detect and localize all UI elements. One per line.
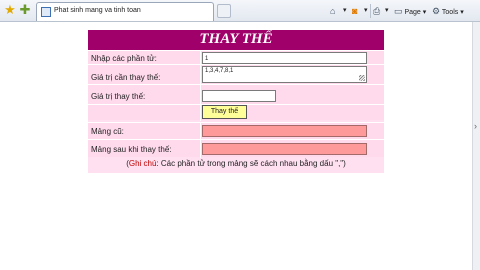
- replace-button[interactable]: Thay thế: [202, 105, 247, 119]
- label-result-array: Mảng sau khi thay thế:: [91, 145, 172, 154]
- input-elements-field[interactable]: 1: [202, 52, 367, 64]
- label-old-array: Mảng cũ:: [91, 127, 124, 136]
- label-input-elements: Nhập các phần tử:: [91, 54, 157, 63]
- form-title: THAY THẾ: [199, 31, 273, 47]
- replacement-value-field[interactable]: [202, 90, 276, 102]
- old-array-field[interactable]: [202, 125, 367, 137]
- form-header: THAY THẾ: [88, 30, 384, 50]
- page-menu-button[interactable]: ▭ Page ▾: [394, 4, 426, 18]
- row-old-array: Mảng cũ:: [88, 122, 384, 140]
- print-icon: ⎙: [373, 6, 381, 16]
- note-key: Ghi chú: [128, 159, 157, 168]
- vertical-scrollbar[interactable]: [472, 22, 480, 270]
- print-dropdown[interactable]: ▾: [385, 4, 389, 18]
- value-to-replace-text: 1,3,4,7,8,1: [205, 68, 234, 74]
- feeds-icon: ◙: [352, 6, 358, 16]
- row-value-to-replace: Giá trị cần thay thế: 1,3,4,7,8,1: [88, 64, 384, 85]
- label-value-to-replace: Giá trị cần thay thế:: [91, 73, 161, 82]
- tools-menu-label: Tools: [441, 9, 459, 16]
- add-favorites-icon[interactable]: ✚: [18, 3, 32, 17]
- home-button[interactable]: ⌂: [330, 4, 335, 18]
- browser-toolbar: ★ ✚ Phat sinh mang va tinh toan ⌂ ▾ ◙ ▾ …: [0, 0, 480, 22]
- scroll-indicator-icon: ›: [474, 121, 477, 131]
- tools-menu-button[interactable]: ⚙ Tools ▾: [432, 4, 464, 18]
- value-to-replace-textarea[interactable]: 1,3,4,7,8,1: [202, 66, 367, 83]
- replace-form: THAY THẾ Nhập các phần tử: 1 Giá trị cần…: [88, 30, 384, 173]
- page-menu-icon: ▭: [394, 6, 403, 16]
- home-dropdown[interactable]: ▾: [343, 4, 347, 18]
- result-array-field[interactable]: [202, 143, 367, 155]
- favorites-star-icon[interactable]: ★: [3, 3, 17, 17]
- new-tab-button[interactable]: [217, 4, 231, 18]
- page-icon: [41, 7, 51, 17]
- feeds-dropdown[interactable]: ▾: [364, 4, 368, 18]
- page-menu-label: Page: [404, 9, 421, 16]
- home-icon: ⌂: [330, 6, 336, 16]
- label-replacement-value: Giá trị thay thế:: [91, 92, 146, 101]
- tab-title: Phat sinh mang va tinh toan: [54, 7, 141, 14]
- tools-icon: ⚙: [432, 6, 441, 16]
- form-note: (Ghi chú: Các phần tử trong mảng sẽ cách…: [88, 159, 384, 168]
- browser-tab[interactable]: Phat sinh mang va tinh toan: [36, 2, 214, 21]
- row-replacement-value: Giá trị thay thế:: [88, 84, 384, 105]
- row-result-array: Mảng sau khi thay thế:: [88, 139, 384, 158]
- resize-grip-icon[interactable]: [359, 75, 365, 81]
- note-text: : Các phần tử trong mảng sẽ cách nhau bằ…: [156, 159, 346, 168]
- feeds-button[interactable]: ◙: [352, 4, 357, 18]
- row-input-elements: Nhập các phần tử: 1: [88, 50, 384, 65]
- print-button[interactable]: ⎙: [373, 4, 380, 18]
